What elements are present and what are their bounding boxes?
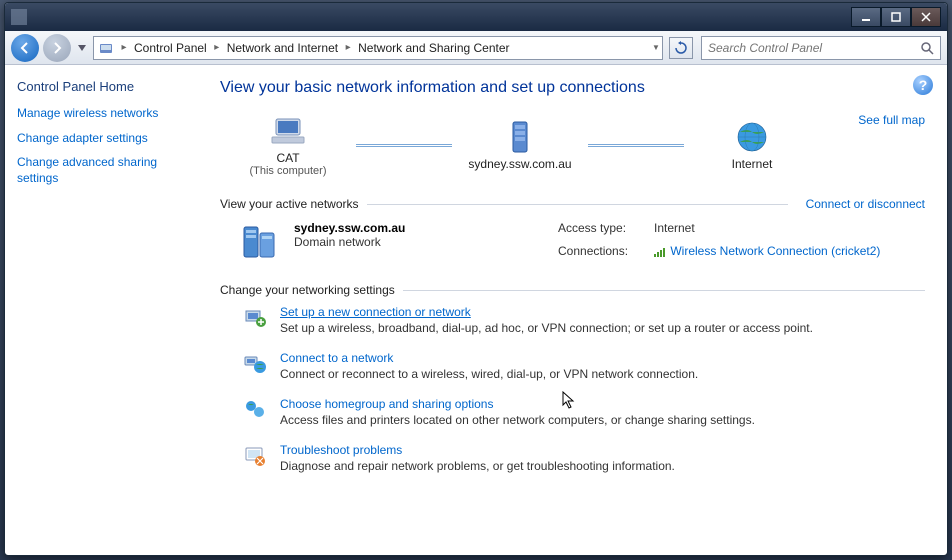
history-dropdown[interactable] <box>75 36 89 60</box>
wifi-signal-icon <box>654 247 665 257</box>
back-button[interactable] <box>11 34 39 62</box>
task-link-troubleshoot[interactable]: Troubleshoot problems <box>280 443 675 457</box>
breadcrumb-item[interactable]: Network and Sharing Center <box>354 41 513 55</box>
titlebar[interactable] <box>5 3 947 31</box>
access-type-value: Internet <box>654 221 880 240</box>
main-panel: ? View your basic network information an… <box>210 65 947 555</box>
map-node-internet[interactable]: Internet <box>684 119 820 171</box>
connection-link[interactable]: Wireless Network Connection (cricket2) <box>654 244 880 263</box>
task-desc: Connect or reconnect to a wireless, wire… <box>280 367 698 381</box>
see-full-map-link[interactable]: See full map <box>858 113 925 127</box>
minimize-button[interactable] <box>851 7 881 27</box>
maximize-button[interactable] <box>881 7 911 27</box>
task-connect-network: Connect to a network Connect or reconnec… <box>220 343 925 389</box>
sidebar-link-wireless[interactable]: Manage wireless networks <box>17 106 198 122</box>
network-type: Domain network <box>294 235 405 249</box>
active-network-row: sydney.ssw.com.au Domain network Access … <box>220 211 925 269</box>
computer-icon <box>268 113 308 149</box>
map-label: sydney.ssw.com.au <box>452 157 588 171</box>
sidebar-link-advanced[interactable]: Change advanced sharing settings <box>17 155 198 186</box>
server-icon <box>500 119 540 155</box>
task-link-connect[interactable]: Connect to a network <box>280 351 698 365</box>
forward-button[interactable] <box>43 34 71 62</box>
window: ▸ Control Panel ▸ Network and Internet ▸… <box>4 2 948 556</box>
page-title: View your basic network information and … <box>220 79 925 97</box>
network-map: See full map CAT (This computer) <box>220 113 925 183</box>
setup-connection-icon <box>242 305 268 331</box>
breadcrumb-arrow[interactable]: ▸ <box>211 42 223 53</box>
map-node-computer[interactable]: CAT (This computer) <box>220 113 356 177</box>
sidebar-link-adapter[interactable]: Change adapter settings <box>17 131 198 147</box>
breadcrumb-arrow[interactable]: ▸ <box>118 42 130 53</box>
task-desc: Set up a wireless, broadband, dial-up, a… <box>280 321 813 335</box>
search-box[interactable] <box>701 36 941 60</box>
navbar: ▸ Control Panel ▸ Network and Internet ▸… <box>5 31 947 65</box>
control-panel-icon <box>96 38 116 58</box>
troubleshoot-icon <box>242 443 268 469</box>
content-area: Control Panel Home Manage wireless netwo… <box>5 65 947 555</box>
task-desc: Access files and printers located on oth… <box>280 413 755 427</box>
task-troubleshoot: Troubleshoot problems Diagnose and repai… <box>220 435 925 481</box>
search-input[interactable] <box>708 41 920 55</box>
access-type-label: Access type: <box>558 221 648 240</box>
map-connector <box>588 144 684 147</box>
help-button[interactable]: ? <box>913 75 933 95</box>
active-networks-heading: View your active networks Connect or dis… <box>220 197 925 211</box>
map-sublabel: (This computer) <box>220 165 356 177</box>
breadcrumb-item[interactable]: Network and Internet <box>223 41 342 55</box>
domain-network-icon <box>238 221 280 263</box>
app-icon <box>11 9 27 25</box>
breadcrumb-item[interactable]: Control Panel <box>130 41 211 55</box>
task-setup-connection: Set up a new connection or network Set u… <box>220 297 925 343</box>
change-settings-heading: Change your networking settings <box>220 283 925 297</box>
address-bar[interactable]: ▸ Control Panel ▸ Network and Internet ▸… <box>93 36 663 60</box>
map-label: CAT <box>220 151 356 165</box>
connect-network-icon <box>242 351 268 377</box>
map-connector <box>356 144 452 147</box>
map-node-network[interactable]: sydney.ssw.com.au <box>452 119 588 171</box>
network-name: sydney.ssw.com.au <box>294 221 405 235</box>
task-link-homegroup[interactable]: Choose homegroup and sharing options <box>280 397 755 411</box>
globe-icon <box>732 119 772 155</box>
sidebar: Control Panel Home Manage wireless netwo… <box>5 65 210 555</box>
task-homegroup: Choose homegroup and sharing options Acc… <box>220 389 925 435</box>
connections-label: Connections: <box>558 244 648 263</box>
connect-disconnect-link[interactable]: Connect or disconnect <box>806 197 925 211</box>
map-label: Internet <box>684 157 820 171</box>
task-link-setup[interactable]: Set up a new connection or network <box>280 305 813 319</box>
breadcrumb-arrow[interactable]: ▸ <box>342 42 354 53</box>
task-desc: Diagnose and repair network problems, or… <box>280 459 675 473</box>
refresh-button[interactable] <box>669 37 693 59</box>
address-dropdown[interactable]: ▼ <box>650 43 662 52</box>
sidebar-title: Control Panel Home <box>17 79 198 94</box>
window-controls <box>851 7 941 27</box>
homegroup-icon <box>242 397 268 423</box>
search-icon <box>920 41 934 55</box>
close-button[interactable] <box>911 7 941 27</box>
